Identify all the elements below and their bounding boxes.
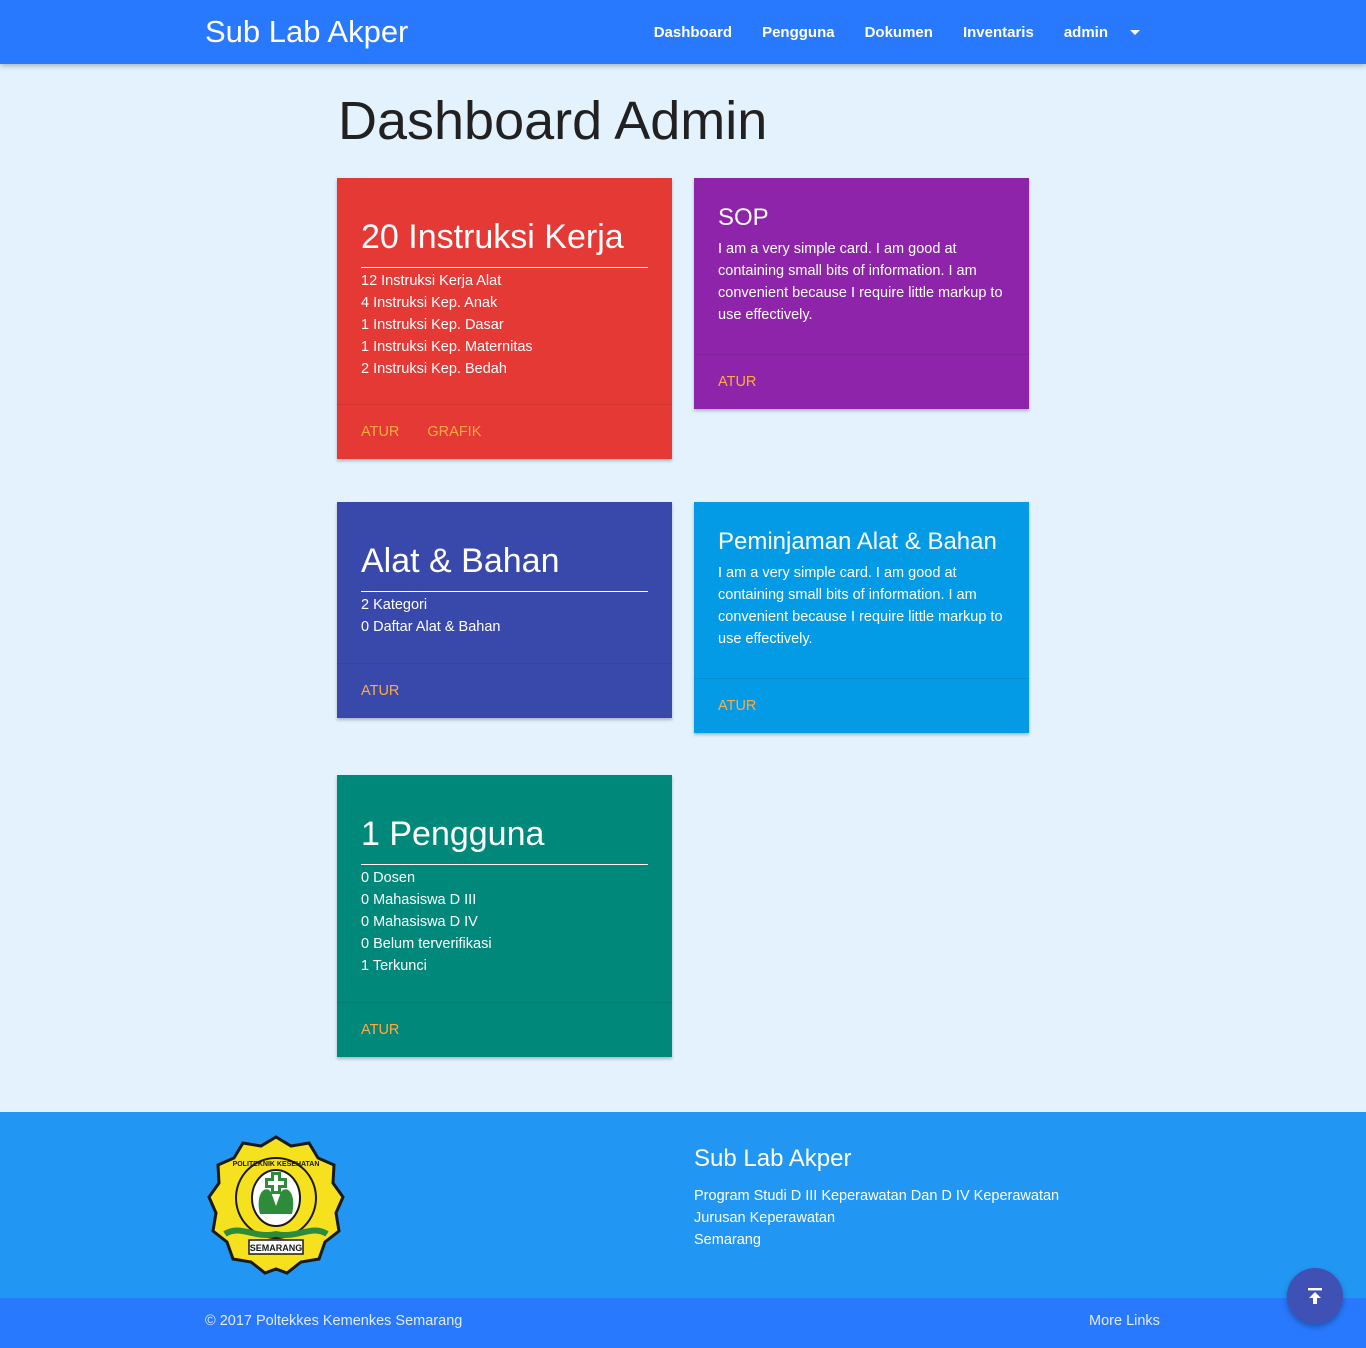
scroll-to-top-button[interactable]	[1287, 1268, 1343, 1324]
arrow-up-to-top-icon	[1308, 1288, 1322, 1304]
list-item: 12 Instruksi Kerja Alat	[361, 273, 502, 289]
card-actions: ATUR	[694, 678, 1029, 733]
list-item: 4 Instruksi Kep. Anak	[361, 295, 498, 311]
page-footer: SEMARANG POLITEKNIK KESEHATAN Sub Lab Ak…	[0, 1112, 1366, 1298]
atur-link[interactable]: ATUR	[361, 1022, 399, 1038]
top-navbar: Sub Lab Akper Dashboard Pengguna Dokumen…	[0, 0, 1366, 64]
card-stats-list: 0 Dosen 0 Mahasiswa D III 0 Mahasiswa D …	[361, 865, 648, 977]
footer-copyright-bar: © 2017 Poltekkes Kemenkes Semarang More …	[0, 1298, 1366, 1348]
logo-text-bottom: SEMARANG	[250, 1243, 303, 1253]
caret-down-icon	[1130, 29, 1140, 35]
list-item: 0 Mahasiswa D III	[361, 892, 477, 908]
card-alat-bahan: Alat & Bahan 2 Kategori 0 Daftar Alat & …	[337, 502, 672, 718]
nav-dashboard[interactable]: Dashboard	[654, 24, 732, 41]
card-title: 20 Instruksi Kerja	[361, 178, 648, 268]
atur-link[interactable]: ATUR	[718, 374, 756, 390]
nav-inventaris[interactable]: Inventaris	[963, 24, 1034, 41]
card-actions: ATUR	[694, 354, 1029, 409]
list-item: 0 Daftar Alat & Bahan	[361, 619, 501, 635]
copyright-text: © 2017 Poltekkes Kemenkes Semarang	[205, 1313, 463, 1329]
card-sop: SOP I am a very simple card. I am good a…	[694, 178, 1029, 409]
nav-links: Dashboard Pengguna Dokumen Inventaris ad…	[654, 0, 1140, 64]
atur-link[interactable]: ATUR	[361, 683, 399, 699]
grafik-link[interactable]: GRAFIK	[427, 424, 481, 440]
card-stats-list: 2 Kategori 0 Daftar Alat & Bahan	[361, 592, 648, 638]
card-text: I am a very simple card. I am good at co…	[718, 565, 1003, 647]
atur-link[interactable]: ATUR	[718, 698, 756, 714]
list-item: 2 Kategori	[361, 597, 428, 613]
more-links-link[interactable]: More Links	[1089, 1313, 1160, 1329]
list-item: 0 Dosen	[361, 870, 416, 886]
nav-dokumen[interactable]: Dokumen	[865, 24, 933, 41]
card-title: Peminjaman Alat & Bahan	[718, 528, 997, 555]
footer-line: Jurusan Keperawatan	[694, 1210, 836, 1226]
list-item: 1 Instruksi Kep. Dasar	[361, 317, 504, 333]
footer-line: Semarang	[694, 1232, 761, 1248]
page-title: Dashboard Admin	[338, 91, 768, 151]
footer-info: Program Studi D III Keperawatan Dan D IV…	[694, 1185, 1059, 1251]
card-title: SOP	[718, 204, 769, 231]
brand-logo-text[interactable]: Sub Lab Akper	[205, 14, 408, 50]
user-dropdown[interactable]: admin	[1064, 24, 1140, 41]
list-item: 2 Instruksi Kep. Bedah	[361, 361, 507, 377]
footer-line: Program Studi D III Keperawatan Dan D IV…	[694, 1188, 1060, 1204]
poltekkes-logo: SEMARANG POLITEKNIK KESEHATAN	[207, 1135, 345, 1275]
card-instruksi-kerja: 20 Instruksi Kerja 12 Instruksi Kerja Al…	[337, 178, 672, 459]
card-pengguna: 1 Pengguna 0 Dosen 0 Mahasiswa D III 0 M…	[337, 775, 672, 1057]
list-item: 1 Terkunci	[361, 958, 427, 974]
footer-title: Sub Lab Akper	[694, 1145, 852, 1172]
list-item: 1 Instruksi Kep. Maternitas	[361, 339, 533, 355]
card-actions: ATUR	[337, 663, 672, 718]
card-actions: ATUR GRAFIK	[337, 404, 672, 459]
list-item: 0 Mahasiswa D IV	[361, 914, 478, 930]
card-title: Alat & Bahan	[361, 502, 648, 592]
atur-link[interactable]: ATUR	[361, 424, 399, 440]
logo-text-top: POLITEKNIK KESEHATAN	[233, 1161, 320, 1168]
card-actions: ATUR	[337, 1002, 672, 1057]
user-name: admin	[1063, 23, 1108, 41]
card-title: 1 Pengguna	[361, 775, 648, 865]
card-text: I am a very simple card. I am good at co…	[718, 241, 1003, 323]
list-item: 0 Belum terverifikasi	[361, 936, 492, 952]
card-peminjaman: Peminjaman Alat & Bahan I am a very simp…	[694, 502, 1029, 733]
nav-pengguna[interactable]: Pengguna	[762, 24, 835, 41]
card-stats-list: 12 Instruksi Kerja Alat 4 Instruksi Kep.…	[361, 268, 648, 380]
